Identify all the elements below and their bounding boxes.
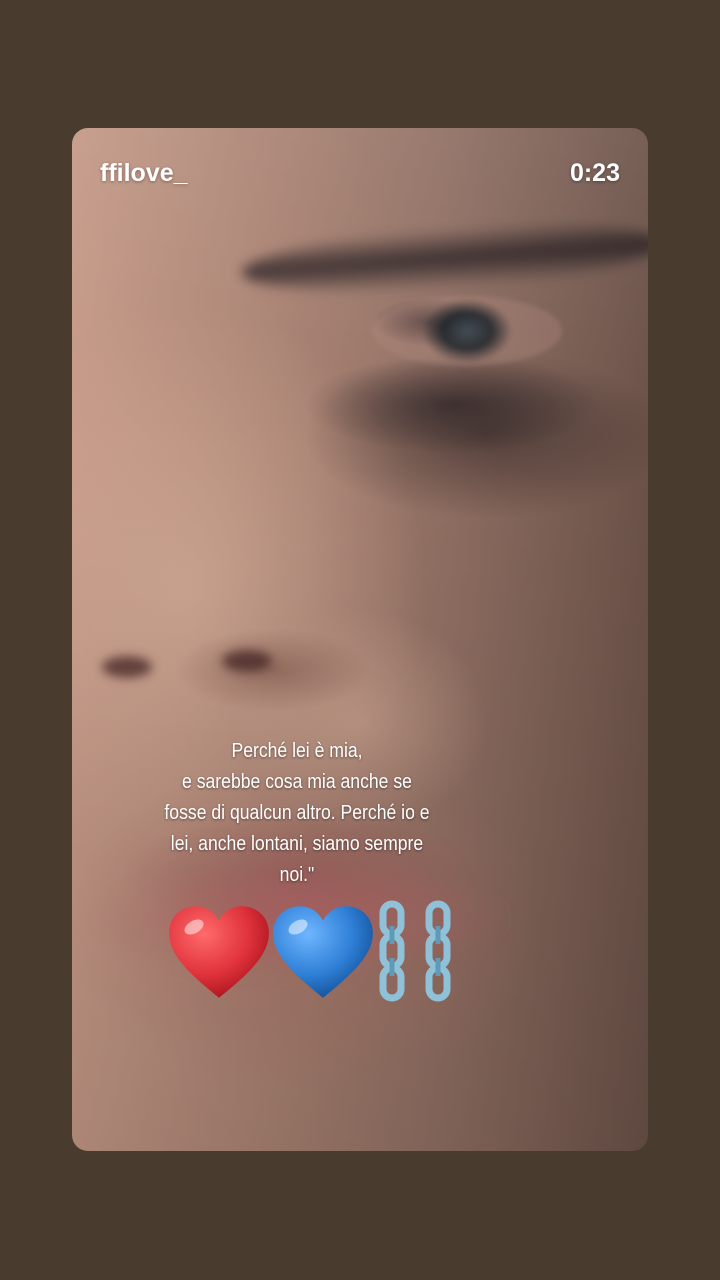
caption-line: lei, anche lontani, siamo sempre (170, 833, 424, 855)
story-card[interactable]: ffilove_ 0:23 Perché lei è mia, e sarebb… (72, 128, 648, 1151)
story-timestamp: 0:23 (569, 158, 620, 187)
video-nostril-right (222, 650, 272, 672)
video-nostril-left (102, 656, 152, 678)
story-header: ffilove_ 0:23 (72, 128, 648, 218)
caption-line: e sarebbe cosa mia anche se (182, 771, 412, 793)
chains-emoji (375, 900, 463, 1004)
video-eye (372, 296, 562, 366)
red-heart-emoji (167, 900, 271, 1004)
blue-heart-emoji (271, 900, 375, 1004)
caption-line: fosse di qualcun altro. Perché io e (164, 802, 430, 824)
emoji-row (167, 900, 463, 1004)
caption-line: noi." (279, 864, 315, 886)
story-username[interactable]: ffilove_ (100, 159, 188, 188)
story-caption: Perché lei è mia, e sarebbe cosa mia anc… (117, 736, 478, 891)
caption-line: Perché lei è mia, (231, 740, 363, 762)
